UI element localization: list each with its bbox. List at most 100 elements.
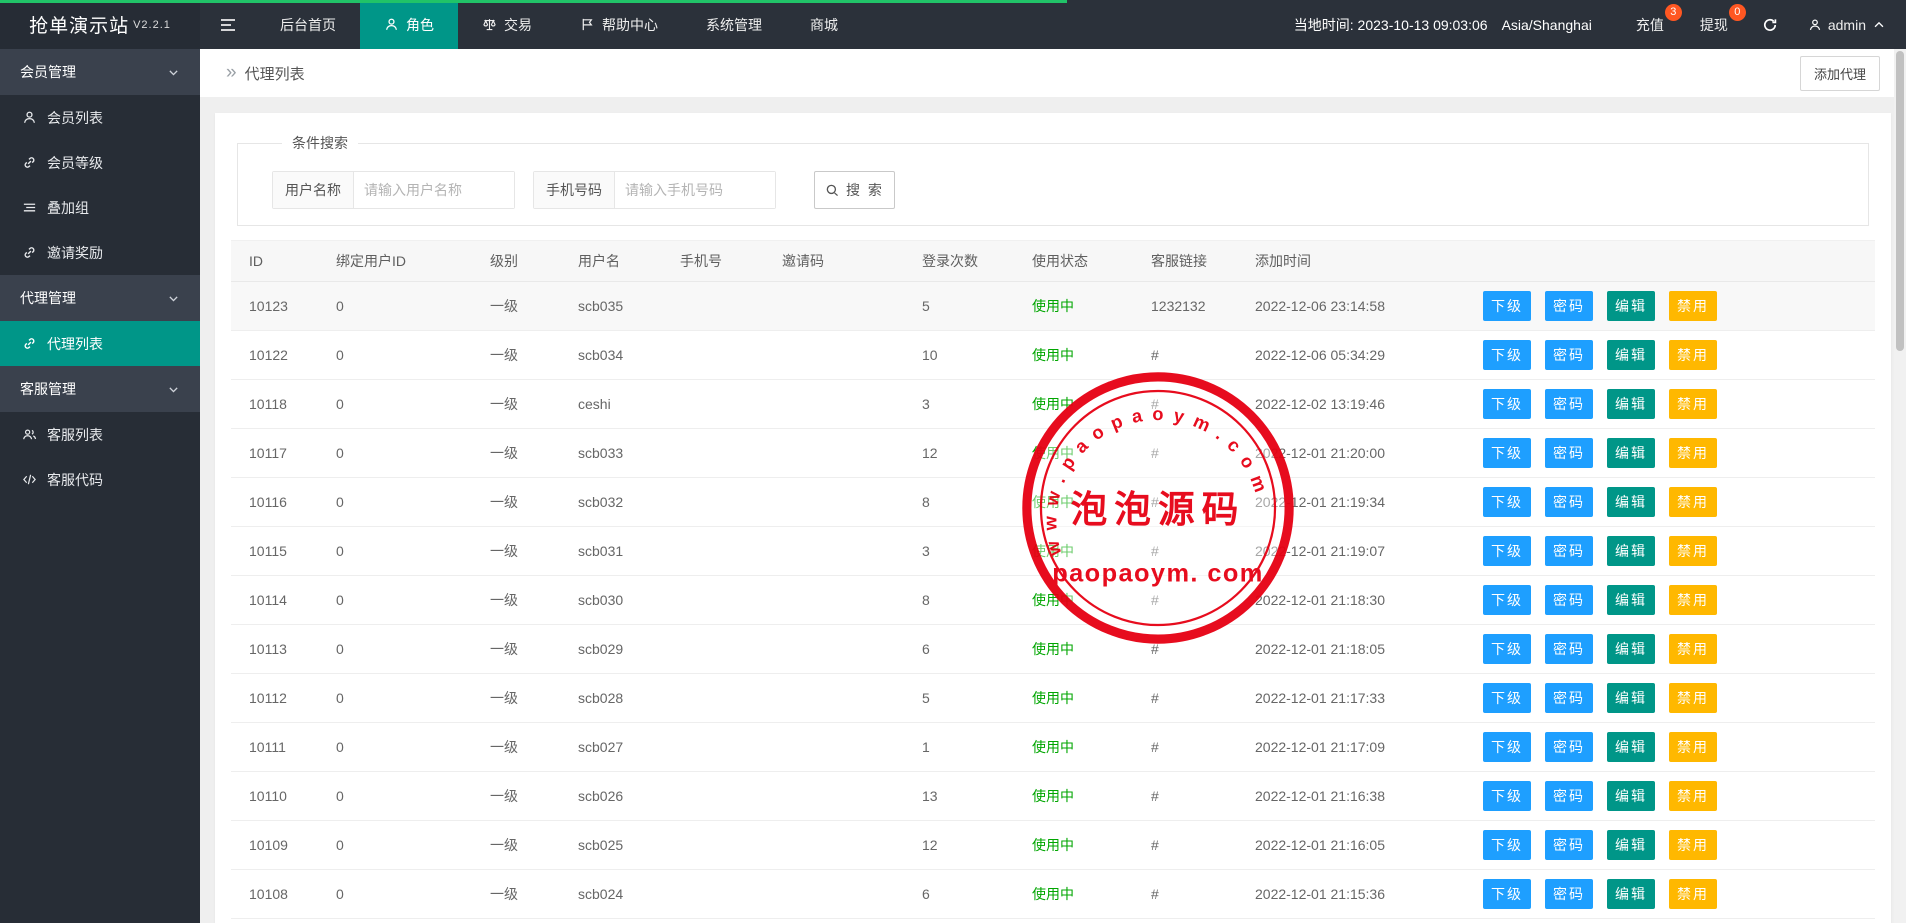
disable-button[interactable]: 禁用 [1669, 487, 1717, 517]
edit-button[interactable]: 编辑 [1607, 830, 1655, 860]
person-icon [23, 111, 36, 123]
disable-button[interactable]: 禁用 [1669, 438, 1717, 468]
subordinate-button[interactable]: 下级 [1483, 438, 1531, 468]
status-text: 使用中 [1032, 739, 1074, 755]
password-button[interactable]: 密码 [1545, 487, 1593, 517]
disable-button[interactable]: 禁用 [1669, 585, 1717, 615]
sidebar-item-member-list[interactable]: 会员列表 [0, 95, 200, 140]
cell-level: 一级 [480, 379, 568, 429]
password-button[interactable]: 密码 [1545, 438, 1593, 468]
disable-button[interactable]: 禁用 [1669, 291, 1717, 321]
disable-button[interactable]: 禁用 [1669, 536, 1717, 566]
edit-button[interactable]: 编辑 [1607, 438, 1655, 468]
collapse-sidebar-button[interactable] [200, 0, 256, 49]
subordinate-button[interactable]: 下级 [1483, 389, 1531, 419]
sidebar-item-stack-group[interactable]: 叠加组 [0, 185, 200, 230]
edit-button[interactable]: 编辑 [1607, 291, 1655, 321]
password-button[interactable]: 密码 [1545, 781, 1593, 811]
cell-username: scb028 [568, 673, 670, 723]
subordinate-button[interactable]: 下级 [1483, 487, 1531, 517]
subordinate-button[interactable]: 下级 [1483, 340, 1531, 370]
sidebar-group-service[interactable]: 客服管理 [0, 366, 200, 412]
edit-button[interactable]: 编辑 [1607, 536, 1655, 566]
tab-roles[interactable]: 角色 [360, 0, 458, 49]
col-bind-user-id: 绑定用户ID [326, 240, 480, 282]
edit-button[interactable]: 编辑 [1607, 634, 1655, 664]
edit-button[interactable]: 编辑 [1607, 781, 1655, 811]
cell-level: 一级 [480, 722, 568, 772]
password-button[interactable]: 密码 [1545, 536, 1593, 566]
password-button[interactable]: 密码 [1545, 732, 1593, 762]
sidebar-item-service-list[interactable]: 客服列表 [0, 412, 200, 457]
sidebar-group-agents[interactable]: 代理管理 [0, 275, 200, 321]
tab-system[interactable]: 系统管理 [682, 0, 786, 49]
top-navbar: 抢单演示站 V2.2.1 后台首页 角色 交易 帮助中心 系统管理 商城 当地时… [0, 0, 1906, 49]
subordinate-button[interactable]: 下级 [1483, 781, 1531, 811]
password-button[interactable]: 密码 [1545, 585, 1593, 615]
disable-button[interactable]: 禁用 [1669, 634, 1717, 664]
cell-username: scb035 [568, 281, 670, 331]
edit-button[interactable]: 编辑 [1607, 340, 1655, 370]
edit-button[interactable]: 编辑 [1607, 879, 1655, 909]
disable-button[interactable]: 禁用 [1669, 879, 1717, 909]
edit-button[interactable]: 编辑 [1607, 683, 1655, 713]
subordinate-button[interactable]: 下级 [1483, 536, 1531, 566]
cell-login-count: 12 [912, 820, 1022, 870]
subordinate-button[interactable]: 下级 [1483, 291, 1531, 321]
tab-trade[interactable]: 交易 [458, 0, 556, 49]
password-button[interactable]: 密码 [1545, 879, 1593, 909]
subordinate-button[interactable]: 下级 [1483, 830, 1531, 860]
password-button[interactable]: 密码 [1545, 340, 1593, 370]
edit-button[interactable]: 编辑 [1607, 487, 1655, 517]
password-button[interactable]: 密码 [1545, 634, 1593, 664]
sidebar-item-service-code[interactable]: 客服代码 [0, 457, 200, 502]
password-button[interactable]: 密码 [1545, 683, 1593, 713]
cell-phone [670, 673, 772, 723]
cell-username: scb032 [568, 477, 670, 527]
password-button[interactable]: 密码 [1545, 830, 1593, 860]
search-button[interactable]: 搜 索 [814, 171, 895, 209]
sidebar-item-invite-reward[interactable]: 邀请奖励 [0, 230, 200, 275]
disable-button[interactable]: 禁用 [1669, 830, 1717, 860]
username-input[interactable] [354, 172, 514, 208]
disable-button[interactable]: 禁用 [1669, 340, 1717, 370]
disable-button[interactable]: 禁用 [1669, 683, 1717, 713]
edit-button[interactable]: 编辑 [1607, 585, 1655, 615]
sidebar-item-member-level[interactable]: 会员等级 [0, 140, 200, 185]
refresh-button[interactable] [1746, 0, 1794, 49]
subordinate-button[interactable]: 下级 [1483, 732, 1531, 762]
edit-button[interactable]: 编辑 [1607, 389, 1655, 419]
recharge-button[interactable]: 充值 3 [1618, 0, 1682, 49]
disable-button[interactable]: 禁用 [1669, 781, 1717, 811]
sidebar-item-agent-list[interactable]: 代理列表 [0, 321, 200, 366]
status-text: 使用中 [1032, 641, 1074, 657]
col-created-at: 添加时间 [1245, 240, 1473, 282]
disable-button[interactable]: 禁用 [1669, 389, 1717, 419]
withdraw-button[interactable]: 提现 0 [1682, 0, 1746, 49]
disable-button[interactable]: 禁用 [1669, 732, 1717, 762]
edit-button[interactable]: 编辑 [1607, 732, 1655, 762]
vertical-scrollbar[interactable] [1894, 49, 1906, 923]
password-button[interactable]: 密码 [1545, 291, 1593, 321]
subordinate-button[interactable]: 下级 [1483, 634, 1531, 664]
sidebar-group-members[interactable]: 会员管理 [0, 49, 200, 95]
cell-status: 使用中 [1022, 820, 1141, 870]
main-content: » 代理列表 添加代理 条件搜索 用户名称 手机号码 搜 索 [200, 49, 1906, 923]
subordinate-button[interactable]: 下级 [1483, 585, 1531, 615]
scrollbar-thumb[interactable] [1896, 51, 1904, 351]
subordinate-button[interactable]: 下级 [1483, 879, 1531, 909]
table-row: 10114 0 一级 scb030 8 使用中 #2022-12-01 21:18:30 下级… [231, 575, 1875, 625]
subordinate-button[interactable]: 下级 [1483, 683, 1531, 713]
cell-actions: 下级 密码 编辑 禁用 [1473, 722, 1875, 772]
tab-label: 商城 [810, 16, 838, 33]
user-menu[interactable]: admin [1794, 0, 1906, 49]
cell-service-link: # [1141, 869, 1245, 919]
tab-mall[interactable]: 商城 [786, 0, 862, 49]
add-agent-button[interactable]: 添加代理 [1799, 55, 1880, 91]
phone-input[interactable] [615, 172, 775, 208]
cell-id: 10115 [231, 526, 326, 576]
password-button[interactable]: 密码 [1545, 389, 1593, 419]
cell-invite-code [772, 330, 912, 380]
tab-help-center[interactable]: 帮助中心 [556, 0, 682, 49]
tab-dashboard[interactable]: 后台首页 [256, 0, 360, 49]
